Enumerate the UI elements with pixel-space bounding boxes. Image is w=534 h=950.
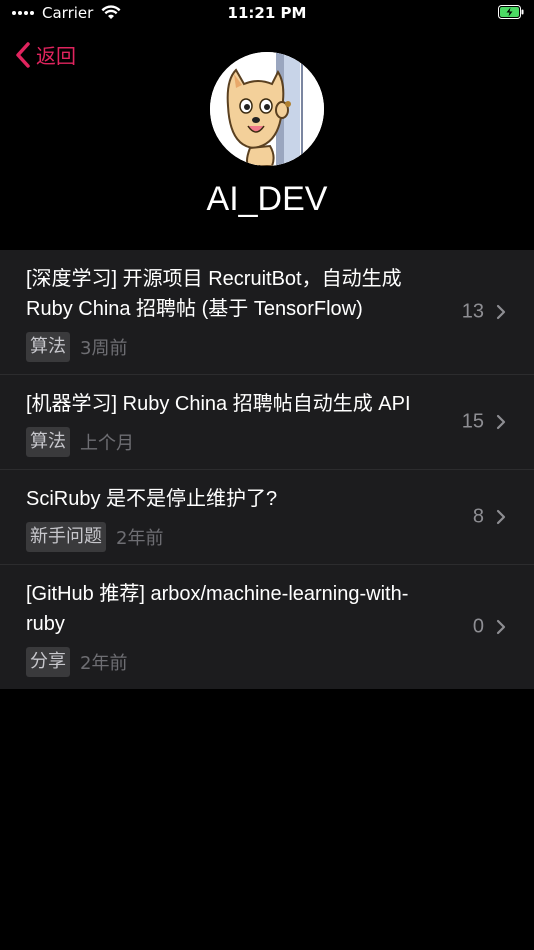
back-button[interactable]: 返回 bbox=[14, 40, 76, 69]
avatar bbox=[210, 52, 324, 166]
topic-title: SciRuby 是不是停止维护了? bbox=[26, 488, 278, 510]
chevron-right-icon bbox=[496, 619, 506, 635]
status-time: 11:21 PM bbox=[227, 4, 307, 22]
reply-count: 13 bbox=[461, 300, 484, 323]
category-badge: 算法 bbox=[26, 427, 70, 457]
category-badge: 算法 bbox=[26, 332, 70, 362]
list-item[interactable]: [机器学习] Ruby China 招聘帖自动生成 API 算法 上个月 15 bbox=[0, 375, 534, 470]
status-bar: Carrier 11:21 PM bbox=[0, 0, 534, 26]
topic-time: 2年前 bbox=[116, 528, 164, 549]
chevron-right-icon bbox=[496, 414, 506, 430]
topic-time: 上个月 bbox=[80, 433, 134, 454]
topic-title: [深度学习] 开源项目 RecruitBot，自动生成 Ruby China 招… bbox=[26, 268, 402, 320]
chevron-left-icon bbox=[16, 41, 30, 68]
topic-title: [GitHub 推荐] arbox/machine-learning-with-… bbox=[26, 583, 409, 635]
chevron-right-icon bbox=[496, 304, 506, 320]
topic-list: [深度学习] 开源项目 RecruitBot，自动生成 Ruby China 招… bbox=[0, 250, 534, 689]
topic-meta: 新手问题 2年前 bbox=[26, 522, 438, 552]
list-item[interactable]: [深度学习] 开源项目 RecruitBot，自动生成 Ruby China 招… bbox=[0, 250, 534, 375]
topic-meta: 算法 上个月 bbox=[26, 427, 438, 457]
profile-username: AI_DEV bbox=[206, 180, 328, 218]
reply-count: 15 bbox=[461, 410, 484, 433]
list-item[interactable]: [GitHub 推荐] arbox/machine-learning-with-… bbox=[0, 565, 534, 689]
reply-count: 0 bbox=[472, 615, 484, 638]
topic-meta: 分享 2年前 bbox=[26, 647, 438, 677]
topic-meta: 算法 3周前 bbox=[26, 332, 438, 362]
topic-time: 3周前 bbox=[80, 338, 128, 359]
chevron-right-icon bbox=[496, 509, 506, 525]
back-label: 返回 bbox=[36, 44, 76, 68]
reply-count: 8 bbox=[472, 505, 484, 528]
doge-avatar-icon bbox=[210, 52, 324, 166]
topic-title: [机器学习] Ruby China 招聘帖自动生成 API bbox=[26, 393, 411, 415]
list-item[interactable]: SciRuby 是不是停止维护了? 新手问题 2年前 8 bbox=[0, 470, 534, 565]
category-badge: 新手问题 bbox=[26, 522, 106, 552]
battery-charging-icon bbox=[498, 5, 524, 19]
topic-time: 2年前 bbox=[80, 653, 128, 674]
category-badge: 分享 bbox=[26, 647, 70, 677]
